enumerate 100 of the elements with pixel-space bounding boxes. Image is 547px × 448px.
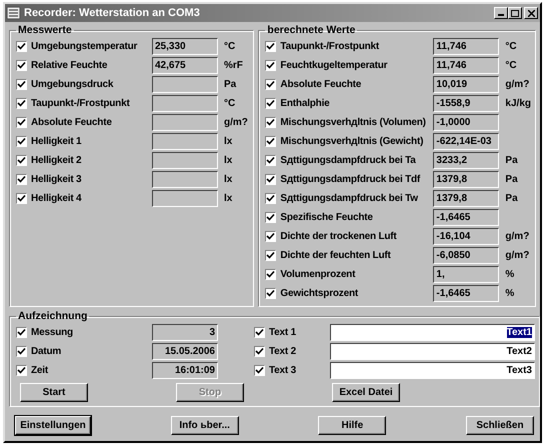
checkbox[interactable] [265, 212, 276, 223]
value-field [152, 133, 218, 150]
window-title: Recorder: Wetterstation an COM3 [24, 7, 201, 19]
value-field: -1,6465 [433, 285, 500, 302]
unit-label: % [504, 269, 514, 280]
unit-label: °C [223, 98, 236, 109]
checkbox[interactable] [16, 327, 27, 338]
checkbox[interactable] [16, 41, 27, 52]
value-label: Sдttigungsdampfdruck bei Ta [280, 155, 417, 166]
value-label: Taupunkt-/Frostpunkt [280, 41, 380, 52]
unit-label: g/m? [504, 231, 530, 242]
dialog-button[interactable]: Info ьber... [170, 416, 239, 435]
value-field: 11,746 [433, 57, 500, 74]
value-field: 1379,8 [433, 190, 500, 207]
value-field [152, 171, 218, 188]
value-label: Absolute Feuchte [31, 117, 113, 128]
unit-label: lx [223, 174, 232, 185]
value-field: -1558,9 [433, 95, 500, 112]
unit-label: °C [223, 41, 236, 52]
value-field: -16,104 [433, 228, 500, 245]
checkbox[interactable] [16, 346, 27, 357]
checkbox[interactable] [16, 79, 27, 90]
checkbox[interactable] [265, 136, 276, 147]
checkbox[interactable] [265, 288, 276, 299]
checkbox[interactable] [16, 193, 27, 204]
value-label: Sдttigungsdampfdruck bei Tw [280, 193, 419, 204]
value-label: Gewichtsprozent [280, 288, 359, 299]
checkbox[interactable] [265, 60, 276, 71]
value-label: Dichte der feuchten Luft [280, 250, 392, 261]
unit-label: g/m? [504, 250, 530, 261]
text-input[interactable]: Text2 [330, 343, 535, 360]
value-label: Feuchtkugeltemperatur [280, 60, 388, 71]
unit-label: lx [223, 193, 232, 204]
text-input[interactable]: Text3 [330, 362, 535, 379]
record-label: Datum [31, 346, 62, 357]
checkbox[interactable] [254, 365, 265, 376]
value-field: -6,0850 [433, 247, 500, 264]
record-label: Messung [31, 327, 74, 338]
dialog-button[interactable]: Einstellungen [15, 416, 91, 435]
checkbox[interactable] [254, 327, 265, 338]
value-label: Helligkeit 2 [31, 155, 82, 166]
close-button[interactable] [524, 7, 538, 19]
record-field: 16:01:09 [152, 362, 218, 379]
checkbox[interactable] [265, 117, 276, 128]
record-label: Zeit [31, 365, 49, 376]
checkbox[interactable] [254, 346, 265, 357]
dialog-button[interactable]: Schließen [466, 416, 534, 435]
value-field: 1, [433, 266, 500, 283]
value-field [152, 114, 218, 131]
value-field: 3233,2 [433, 152, 500, 169]
value-label: Helligkeit 3 [31, 174, 82, 185]
checkbox[interactable] [16, 98, 27, 109]
record-field: 3 [152, 324, 218, 341]
value-field: 25,330 [152, 38, 218, 55]
unit-label: Pa [504, 193, 518, 204]
checkbox[interactable] [265, 174, 276, 185]
checkbox[interactable] [265, 231, 276, 242]
value-field [152, 152, 218, 169]
group-title: Aufzeichnung [17, 310, 88, 322]
value-label: Volumenprozent [280, 269, 356, 280]
checkbox[interactable] [265, 41, 276, 52]
value-field: 10,019 [433, 76, 500, 93]
unit-label: % [504, 288, 514, 299]
checkbox[interactable] [265, 269, 276, 280]
value-label: Dichte der trockenen Luft [280, 231, 398, 242]
checkbox[interactable] [265, 155, 276, 166]
dialog-button[interactable]: Hilfe [318, 416, 386, 435]
value-field: -1,6465 [433, 209, 500, 226]
checkbox[interactable] [265, 98, 276, 109]
value-label: Helligkeit 1 [31, 136, 82, 147]
checkbox[interactable] [265, 193, 276, 204]
checkbox[interactable] [16, 136, 27, 147]
action-button[interactable]: Excel Datei [332, 383, 400, 402]
value-label: Relative Feuchte [31, 60, 108, 71]
checkbox[interactable] [265, 79, 276, 90]
maximize-button[interactable] [508, 7, 522, 19]
checkbox[interactable] [16, 365, 27, 376]
value-field: 11,746 [433, 38, 500, 55]
text-label: Text 1 [269, 327, 297, 338]
value-field: 42,675 [152, 57, 218, 74]
value-label: Helligkeit 4 [31, 193, 82, 204]
unit-label: Pa [504, 155, 518, 166]
close-icon [528, 10, 534, 16]
unit-label: Pa [223, 79, 236, 90]
value-field: -622,14E-03 [433, 133, 500, 150]
record-field: 15.05.2006 [152, 343, 218, 360]
checkbox[interactable] [16, 155, 27, 166]
group-title: berechnete Werte [266, 24, 356, 36]
group-title: Messwerte [17, 24, 73, 36]
checkbox[interactable] [16, 117, 27, 128]
unit-label: lx [223, 155, 232, 166]
app-icon [7, 7, 20, 19]
checkbox[interactable] [265, 250, 276, 261]
unit-label: kJ/kg [504, 98, 531, 109]
checkbox[interactable] [16, 174, 27, 185]
minimize-button[interactable] [494, 7, 508, 19]
action-button[interactable]: Start [20, 383, 88, 402]
checkbox[interactable] [16, 60, 27, 71]
text-label: Text 2 [269, 346, 297, 357]
text-input[interactable]: Text1 [330, 324, 535, 341]
